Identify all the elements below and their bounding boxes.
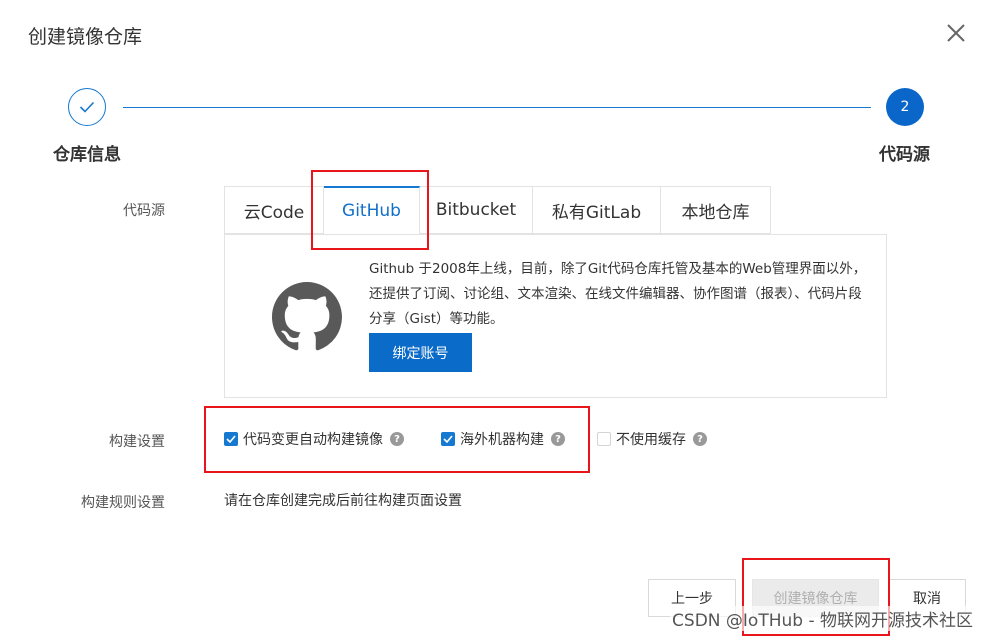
option-no-cache[interactable]: 不使用缓存 ? [597, 429, 707, 449]
option-overseas-build[interactable]: 海外机器构建 ? [441, 429, 565, 449]
check-icon [443, 435, 453, 443]
tab-yuncode[interactable]: 云Code [224, 186, 324, 234]
no-cache-label: 不使用缓存 [616, 432, 686, 448]
build-rules-label: 构建规则设置 [81, 495, 165, 511]
watermark: CSDN @IoTHub - 物联网开源技术社区 [670, 606, 975, 631]
step-1-label: 仓库信息 [53, 145, 121, 165]
no-cache-checkbox[interactable] [597, 432, 611, 446]
dialog-title: 创建镜像仓库 [28, 26, 143, 48]
tab-private-gitlab[interactable]: 私有GitLab [533, 186, 661, 234]
bind-account-button[interactable]: 绑定账号 [369, 333, 472, 372]
build-rules-text: 请在仓库创建完成后前往构建页面设置 [224, 493, 462, 509]
close-icon[interactable] [943, 20, 969, 46]
source-label: 代码源 [123, 203, 165, 219]
tab-local-repo[interactable]: 本地仓库 [661, 186, 771, 234]
option-auto-build[interactable]: 代码变更自动构建镜像 ? [224, 429, 404, 449]
check-icon [79, 101, 95, 113]
auto-build-checkbox[interactable] [224, 432, 238, 446]
step-progress-line [123, 107, 871, 108]
step-2-label: 代码源 [879, 145, 930, 165]
question-circle-icon[interactable]: ? [390, 432, 404, 446]
check-icon [226, 435, 236, 443]
github-description: Github 于2008年上线，目前，除了Git代码仓库托管及基本的Web管理界… [369, 261, 867, 327]
github-logo-icon [272, 282, 342, 352]
overseas-build-checkbox[interactable] [441, 432, 455, 446]
tab-bitbucket[interactable]: Bitbucket [420, 186, 533, 234]
build-settings-label: 构建设置 [109, 434, 165, 450]
step-2-circle: 2 [886, 88, 924, 126]
question-circle-icon[interactable]: ? [551, 432, 565, 446]
overseas-build-label: 海外机器构建 [460, 432, 544, 448]
auto-build-label: 代码变更自动构建镜像 [243, 432, 383, 448]
tab-github[interactable]: GitHub [324, 186, 420, 235]
question-circle-icon[interactable]: ? [693, 432, 707, 446]
source-tabs: 云Code GitHub Bitbucket 私有GitLab 本地仓库 [224, 186, 771, 235]
step-1-circle [68, 88, 106, 126]
